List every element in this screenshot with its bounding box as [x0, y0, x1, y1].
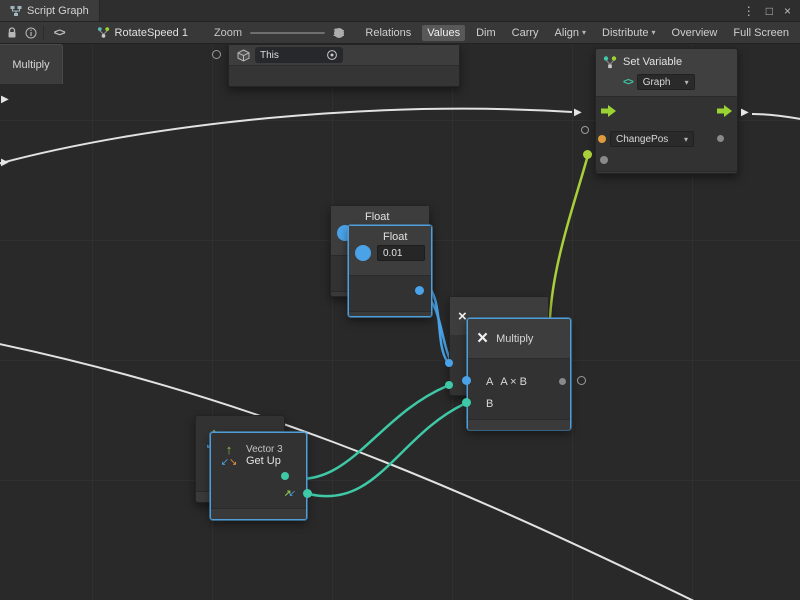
port-b-label: B [486, 398, 493, 410]
toolbar-button-overview[interactable]: Overview [667, 25, 723, 41]
chevron-down-icon: ▾ [652, 28, 656, 37]
node-type-label: Vector 3 [246, 444, 283, 455]
flow-arrowhead-icon: ▶ [1, 158, 9, 168]
lock-button[interactable] [6, 25, 18, 41]
vector3-output-icon: ↗↙ [284, 487, 296, 499]
toolbar-button-distribute[interactable]: Distribute ▾ [597, 25, 660, 41]
wire-flow-left[interactable] [0, 109, 572, 166]
chevron-down-icon: ▾ [684, 135, 688, 144]
info-icon [25, 27, 37, 39]
multiply-input-b-port[interactable] [462, 398, 471, 407]
variable-kind-dropdown[interactable]: Graph ▾ [637, 74, 695, 90]
this-object-field[interactable]: This [255, 47, 343, 63]
port-row-b: B [468, 393, 570, 415]
multiply-icon: × [477, 329, 488, 348]
window-tab-bar: Script Graph ⋮ □ × [0, 0, 800, 22]
arrow-up-icon: ↑ [226, 443, 233, 456]
wire-multiply-to-set-variable[interactable] [550, 155, 588, 344]
flow-arrowhead-icon: ▶ [574, 108, 582, 118]
flow-arrowhead-icon: ▶ [741, 108, 749, 118]
lock-icon [6, 27, 18, 39]
node-this[interactable]: This [228, 44, 460, 87]
code-view-button[interactable]: <> [50, 27, 69, 39]
float-output-port[interactable] [415, 286, 424, 295]
zoom-slider[interactable] [250, 26, 325, 40]
node-set-variable[interactable]: Set Variable <> Graph ▾ ChangePos ▾ [595, 48, 738, 174]
multiply-output-port-outer[interactable] [577, 376, 586, 385]
node-vector3-get-up[interactable]: ↑ ↙↘ Vector 3 Get Up ↗↙ [210, 432, 307, 520]
graph-asset[interactable]: RotateSpeed 1 [97, 26, 188, 39]
node-title: Float [365, 211, 423, 223]
menu-icon[interactable]: ⋮ [743, 5, 755, 17]
multiply-input-a-port[interactable] [462, 376, 471, 385]
toolbar-button-carry[interactable]: Carry [507, 25, 544, 41]
node-title: Get Up [246, 455, 283, 467]
maximize-icon[interactable]: □ [766, 5, 773, 17]
cube-icon [237, 49, 250, 62]
graph-kind-icon: <> [623, 77, 633, 88]
close-icon[interactable]: × [784, 5, 791, 17]
vector3-ghost-output-port[interactable] [281, 472, 289, 480]
tab-script-graph[interactable]: Script Graph [0, 0, 100, 21]
flow-output-port[interactable] [717, 105, 732, 120]
graph-toolbar: <> RotateSpeed 1 Zoom 1x Relations Value… [0, 22, 800, 44]
port-out-label: A × B [500, 376, 527, 388]
toolbar-button-relations[interactable]: Relations [360, 25, 416, 41]
wire-flow-bottom[interactable] [0, 342, 700, 600]
toolbar-button-align[interactable]: Align ▾ [550, 25, 591, 41]
float-type-icon [355, 245, 371, 261]
toolbar-button-fullscreen[interactable]: Full Screen [728, 25, 794, 41]
variable-name-value: ChangePos [616, 134, 668, 145]
variable-name-port[interactable] [598, 135, 606, 143]
object-picker-icon[interactable] [326, 49, 338, 61]
node-title: Set Variable [623, 56, 682, 68]
variable-output-port[interactable] [717, 135, 724, 142]
set-variable-value-port[interactable] [583, 150, 592, 159]
zoom-label: Zoom [214, 27, 242, 39]
script-graph-icon [10, 5, 22, 17]
set-variable-icon [602, 54, 618, 70]
multiply-ghost-input-b-port[interactable] [445, 381, 453, 389]
variable-name-dropdown[interactable]: ChangePos ▾ [610, 131, 694, 147]
toolbar-button-distribute-label: Distribute [602, 27, 648, 39]
zoom-slider-track [250, 32, 325, 34]
set-variable-name-port-outer[interactable] [581, 126, 589, 134]
node-multiply[interactable]: × Multiply A A × B B [467, 318, 571, 430]
toolbar-button-dim[interactable]: Dim [471, 25, 501, 41]
toolbar-button-align-label: Align [555, 27, 579, 39]
toolbar-button-values[interactable]: Values [422, 25, 465, 41]
graph-canvas[interactable]: Float × ↑ ↙↘ Vector 3 Float [0, 44, 800, 600]
float-value-field[interactable]: 0.01 [377, 245, 425, 261]
this-input-port[interactable] [212, 50, 221, 59]
node-title: Float [383, 231, 425, 243]
vector3-output-port[interactable] [303, 489, 312, 498]
multiply-ghost-input-a-port[interactable] [445, 359, 453, 367]
arrow-down-left-icon: ↙ [221, 457, 229, 468]
port-row-a: A A × B [468, 371, 570, 393]
wire-vector3-to-multiply[interactable] [309, 404, 464, 496]
port-a-label: A [486, 376, 493, 388]
vector3-icon: ↑ ↙↘ [218, 443, 240, 468]
value-input-port[interactable] [600, 156, 608, 164]
arrow-down-right-icon: ↘ [229, 457, 237, 468]
zoom-slider-handle[interactable] [334, 28, 344, 38]
chevron-down-icon: ▾ [582, 28, 586, 37]
variable-kind-value: Graph [643, 77, 671, 88]
node-float[interactable]: Float 0.01 [348, 225, 432, 317]
toolbar-divider [43, 26, 44, 40]
wire-flow-right[interactable] [752, 114, 800, 120]
node-title: Multiply [496, 333, 533, 345]
this-object-label: This [260, 50, 279, 61]
graph-name-label: RotateSpeed 1 [115, 27, 188, 39]
tab-label: Script Graph [27, 5, 89, 17]
window-controls: ⋮ □ × [734, 0, 800, 21]
flow-input-port[interactable] [601, 105, 616, 120]
info-button[interactable] [24, 25, 36, 41]
multiply-output-port[interactable] [559, 378, 566, 385]
chevron-down-icon: ▾ [685, 78, 689, 87]
graph-asset-icon [97, 26, 110, 39]
multiply-icon: × [458, 309, 467, 324]
flow-arrowhead-icon: ▶ [1, 95, 9, 105]
